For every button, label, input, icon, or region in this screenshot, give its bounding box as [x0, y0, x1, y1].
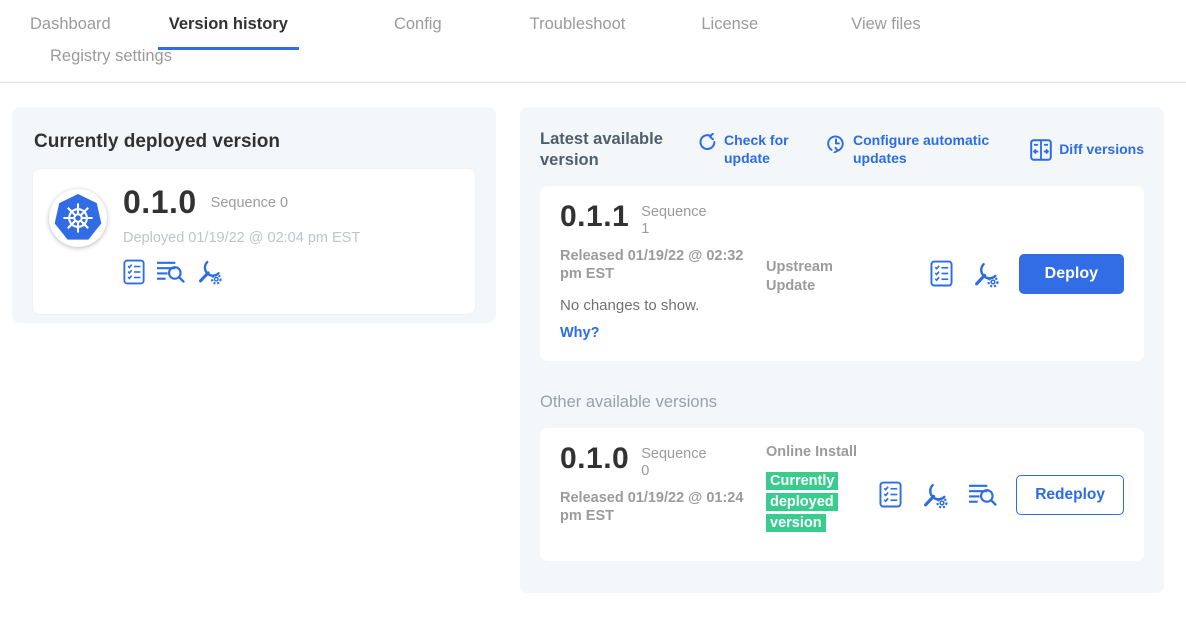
available-versions-panel: Latest available version Check for updat…: [520, 107, 1164, 593]
tab-view-files[interactable]: View files: [851, 15, 920, 34]
configure-automatic-updates-label: Configure automatic updates: [853, 132, 1012, 167]
tab-troubleshoot[interactable]: Troubleshoot: [530, 15, 626, 34]
diff-versions-link[interactable]: Diff versions: [1030, 138, 1144, 161]
deployed-version-card: 0.1.0 Sequence 0 Deployed 01/19/22 @ 02:…: [32, 168, 476, 315]
latest-changes-note: No changes to show.: [560, 297, 758, 314]
preflight-checks-icon[interactable]: [930, 260, 953, 287]
primary-tabs: Dashboard Version history Config Trouble…: [0, 0, 1186, 34]
other-versions-title: Other available versions: [540, 393, 1144, 412]
other-version-info: 0.1.0 Sequence 0 Released 01/19/22 @ 01:…: [560, 443, 758, 526]
tab-dashboard[interactable]: Dashboard: [30, 15, 111, 34]
deployed-version-number: 0.1.0: [123, 184, 197, 221]
other-version-card: 0.1.0 Sequence 0 Released 01/19/22 @ 01:…: [540, 428, 1144, 561]
latest-version-info: 0.1.1 Sequence 1 Released 01/19/22 @ 02:…: [560, 201, 758, 341]
refresh-arrow-icon: [698, 133, 717, 152]
main-nav: Dashboard Version history Config Trouble…: [0, 0, 1186, 83]
deployed-sequence-label: Sequence 0: [211, 195, 288, 211]
latest-version-card: 0.1.1 Sequence 1 Released 01/19/22 @ 02:…: [540, 186, 1144, 361]
preflight-checks-icon[interactable]: [123, 259, 145, 285]
deployed-timestamp: Deployed 01/19/22 @ 02:04 pm EST: [123, 230, 360, 246]
config-icon[interactable]: [921, 481, 949, 509]
configure-automatic-updates-link[interactable]: Configure automatic updates: [826, 132, 1012, 167]
available-versions-header: Latest available version Check for updat…: [540, 129, 1144, 170]
config-icon[interactable]: [972, 260, 1000, 288]
page-content: Currently deployed version 0.1.0 Sequenc…: [0, 83, 1186, 593]
scheduled-update-icon: [826, 133, 846, 153]
logs-icon[interactable]: [968, 482, 997, 507]
tab-config[interactable]: Config: [394, 15, 442, 34]
currently-deployed-badge: Currently deployed version: [766, 472, 838, 532]
logs-icon[interactable]: [156, 259, 185, 284]
kubernetes-logo-icon: [53, 193, 103, 243]
latest-card-actions: Deploy: [930, 254, 1124, 294]
other-sequence-label: Sequence 0: [641, 446, 717, 479]
other-version-number: 0.1.0: [560, 443, 629, 475]
deploy-button[interactable]: Deploy: [1019, 254, 1124, 294]
other-source-column: Online Install Currently deployed versio…: [766, 443, 862, 534]
latest-released-timestamp: Released 01/19/22 @ 02:32 pm EST: [560, 247, 750, 285]
latest-version-number: 0.1.1: [560, 201, 629, 233]
latest-sequence-label: Sequence 1: [641, 204, 717, 237]
check-for-update-label: Check for update: [724, 132, 810, 167]
other-card-actions: Redeploy: [879, 475, 1124, 515]
deployed-panel-title: Currently deployed version: [34, 131, 476, 153]
diff-versions-label: Diff versions: [1059, 141, 1144, 159]
app-logo: [49, 189, 107, 247]
tab-registry-settings[interactable]: Registry settings: [50, 47, 172, 65]
other-source-label: Online Install: [766, 443, 862, 462]
tab-license[interactable]: License: [701, 15, 758, 34]
redeploy-button[interactable]: Redeploy: [1016, 475, 1124, 515]
deployed-action-icons: [123, 258, 360, 285]
other-released-timestamp: Released 01/19/22 @ 01:24 pm EST: [560, 489, 750, 527]
currently-deployed-panel: Currently deployed version 0.1.0 Sequenc…: [12, 107, 496, 323]
deployed-version-info: 0.1.0 Sequence 0 Deployed 01/19/22 @ 02:…: [123, 182, 360, 301]
latest-available-title: Latest available version: [540, 129, 678, 170]
config-icon[interactable]: [196, 258, 223, 285]
preflight-checks-icon[interactable]: [879, 481, 902, 508]
latest-source-label: Upstream Update: [766, 258, 862, 296]
currently-deployed-badge-wrap: Currently deployed version: [766, 471, 852, 534]
check-for-update-link[interactable]: Check for update: [698, 132, 810, 167]
why-link[interactable]: Why?: [560, 325, 758, 341]
tab-version-history[interactable]: Version history: [158, 15, 299, 50]
diff-icon: [1030, 139, 1052, 161]
